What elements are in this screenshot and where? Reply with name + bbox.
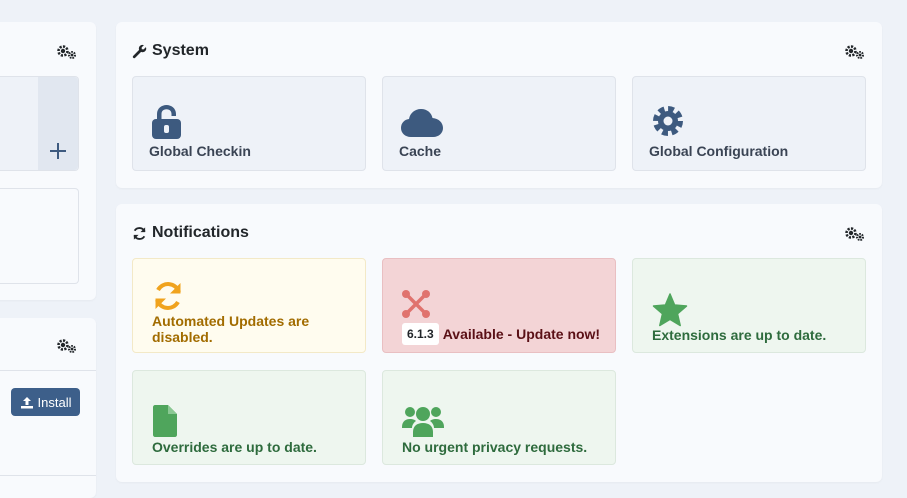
left-tile-partial-2[interactable]	[0, 188, 79, 284]
global-checkin-tile[interactable]: Global Checkin	[132, 76, 366, 171]
module-options-gears-icon[interactable]	[56, 336, 78, 354]
notifications-options-gears-icon[interactable]	[844, 224, 866, 242]
users-icon	[402, 407, 444, 437]
global-configuration-tile[interactable]: Global Configuration	[632, 76, 866, 171]
wrench-icon	[132, 44, 147, 58]
sync-icon	[133, 226, 146, 240]
file-icon	[153, 405, 177, 437]
extensions-status-label: Extensions are up to date.	[652, 327, 827, 343]
lock-open-icon	[152, 105, 181, 139]
system-card: System Global Checkin Cache Global Confi…	[116, 22, 882, 188]
system-title: System	[132, 42, 209, 60]
plus-icon[interactable]	[49, 142, 67, 160]
left-tile-partial[interactable]	[0, 76, 79, 171]
update-available-tile[interactable]: 6.1.3 Available - Update now!	[382, 258, 616, 353]
cog-icon	[653, 106, 683, 136]
update-available-label: 6.1.3 Available - Update now!	[402, 323, 600, 345]
global-checkin-label: Global Checkin	[149, 143, 251, 159]
automated-updates-label-line1: Automated Updates are	[152, 313, 310, 329]
automated-updates-label-line2: disabled.	[152, 329, 213, 345]
extensions-status-tile[interactable]: Extensions are up to date.	[632, 258, 866, 353]
version-badge: 6.1.3	[402, 323, 439, 345]
divider	[0, 370, 96, 371]
sync-icon	[155, 282, 181, 310]
cloud-icon	[401, 109, 443, 137]
notifications-title: Notifications	[132, 224, 249, 242]
module-options-gears-icon[interactable]	[56, 42, 78, 60]
cache-tile[interactable]: Cache	[382, 76, 616, 171]
install-button[interactable]: Install	[11, 388, 80, 416]
overrides-status-label: Overrides are up to date.	[152, 439, 317, 455]
system-title-text: System	[152, 42, 209, 59]
star-icon	[652, 293, 688, 327]
automated-updates-tile[interactable]: Automated Updates are disabled.	[132, 258, 366, 353]
add-tile-area[interactable]	[38, 77, 78, 170]
system-options-gears-icon[interactable]	[844, 42, 866, 60]
divider	[0, 475, 96, 476]
notifications-title-text: Notifications	[152, 224, 249, 241]
overrides-status-tile[interactable]: Overrides are up to date.	[132, 370, 366, 465]
install-button-label: Install	[37, 394, 72, 410]
update-available-text: Available - Update now!	[442, 326, 601, 342]
privacy-requests-tile[interactable]: No urgent privacy requests.	[382, 370, 616, 465]
notifications-card: Notifications Automated Updates are disa…	[116, 204, 882, 482]
global-configuration-label: Global Configuration	[649, 143, 789, 159]
upload-icon	[20, 396, 33, 408]
cache-label: Cache	[399, 143, 442, 159]
left-top-card	[0, 22, 96, 300]
privacy-requests-label: No urgent privacy requests.	[402, 439, 588, 455]
joomla-icon	[402, 290, 430, 318]
